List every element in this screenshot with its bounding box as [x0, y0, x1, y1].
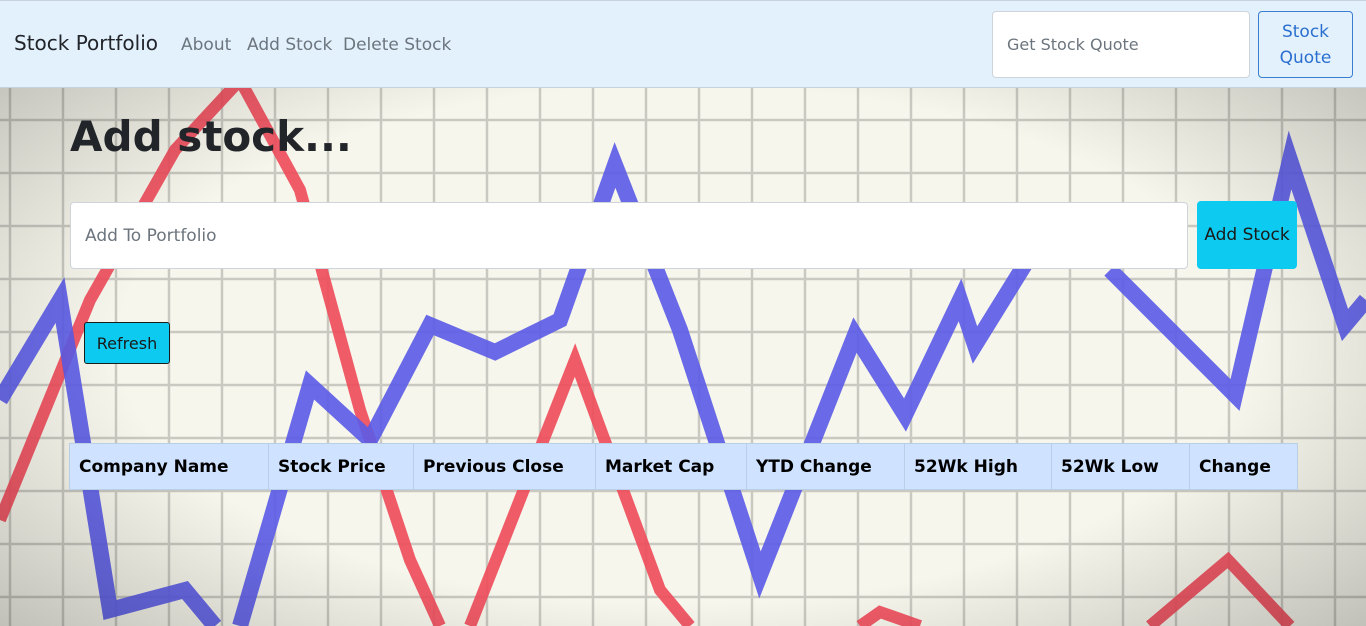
column-header-market-cap[interactable]: Market Cap — [595, 443, 747, 490]
column-header-previous-close[interactable]: Previous Close — [413, 443, 596, 490]
nav-link-delete-stock[interactable]: Delete Stock — [343, 35, 451, 55]
column-header-52wk-high[interactable]: 52Wk High — [904, 443, 1052, 490]
nav-link-about[interactable]: About — [181, 35, 231, 55]
stock-chart-background — [0, 0, 1366, 626]
column-header-ytd-change[interactable]: YTD Change — [746, 443, 905, 490]
portfolio-table: Company Name Stock Price Previous Close … — [69, 443, 1298, 490]
stock-quote-input[interactable] — [992, 11, 1250, 78]
page-title: Add stock... — [70, 112, 352, 161]
nav-link-add-stock[interactable]: Add Stock — [247, 35, 332, 55]
refresh-button[interactable]: Refresh — [84, 322, 170, 364]
column-header-stock-price[interactable]: Stock Price — [268, 443, 414, 490]
brand-link[interactable]: Stock Portfolio — [14, 31, 158, 55]
table-header-row: Company Name Stock Price Previous Close … — [69, 443, 1298, 490]
column-header-change[interactable]: Change — [1189, 443, 1298, 490]
top-navbar: Stock Portfolio About Add Stock Delete S… — [0, 0, 1366, 88]
add-to-portfolio-input[interactable] — [70, 202, 1188, 269]
add-stock-button[interactable]: Add Stock — [1197, 201, 1297, 269]
stock-quote-button[interactable]: Stock Quote — [1258, 11, 1353, 78]
column-header-company-name[interactable]: Company Name — [69, 443, 269, 490]
column-header-52wk-low[interactable]: 52Wk Low — [1051, 443, 1190, 490]
